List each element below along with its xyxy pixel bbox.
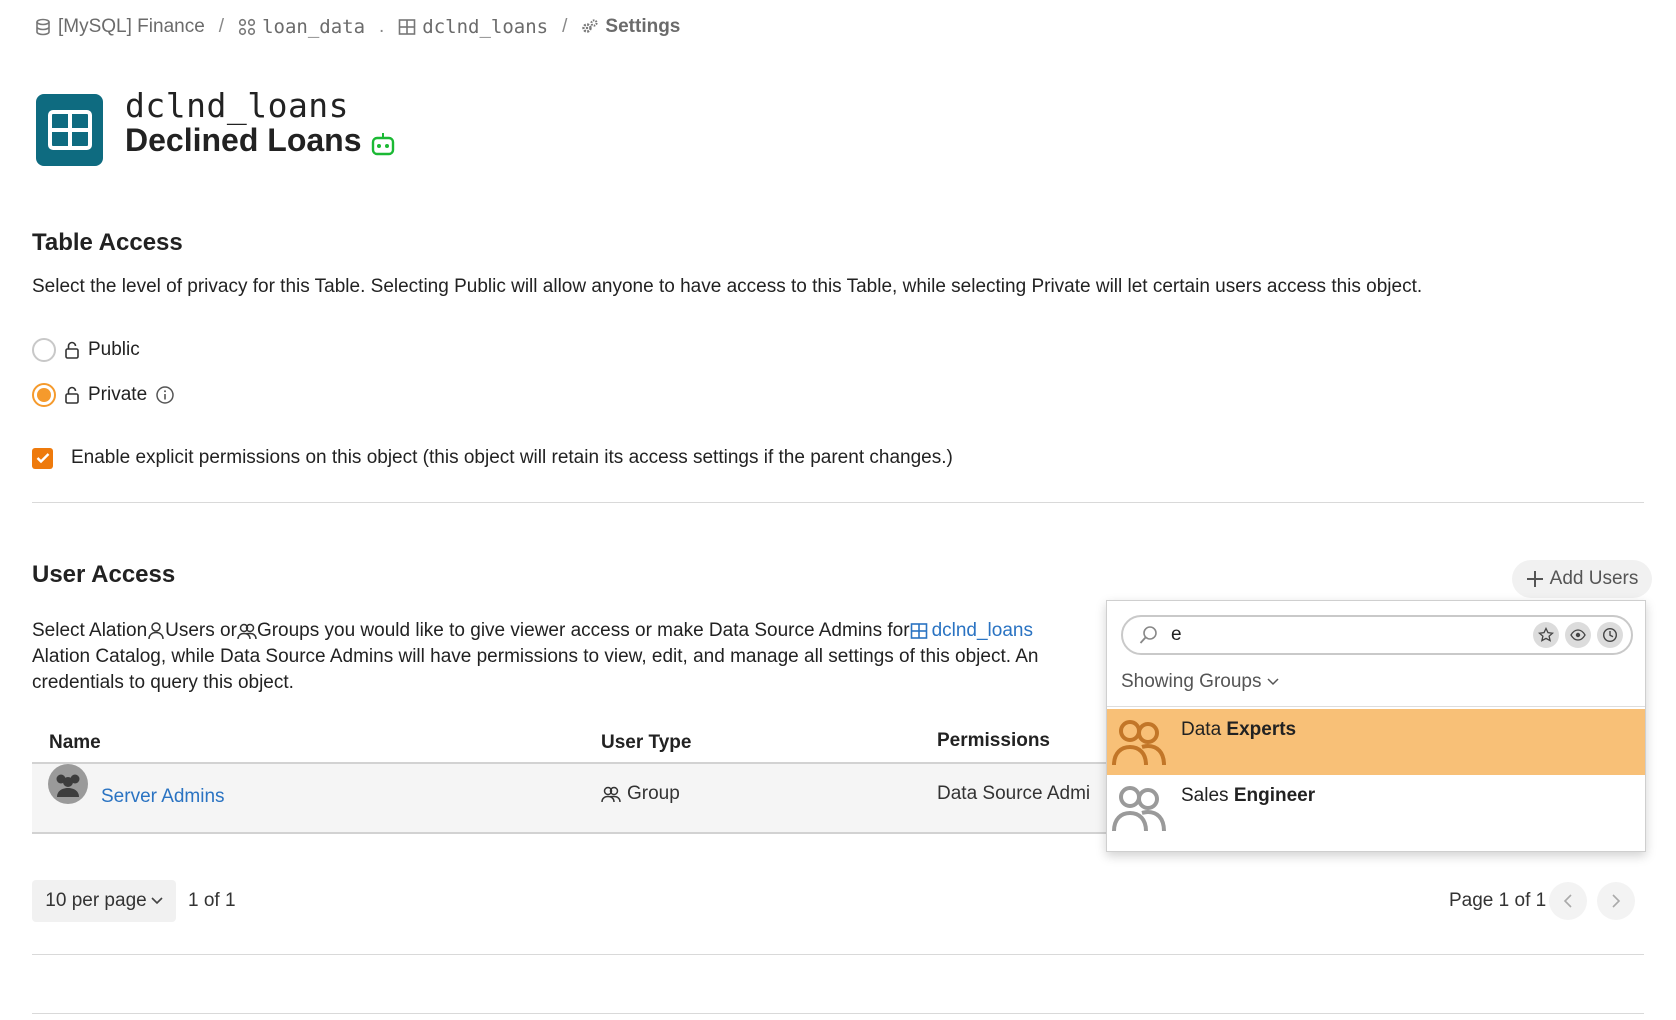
lock-icon — [65, 341, 79, 359]
search-icon — [1139, 626, 1157, 644]
explicit-permissions-checkbox[interactable] — [32, 447, 53, 469]
column-header-user-type[interactable]: User Type — [601, 732, 691, 754]
per-page-select[interactable]: 10 per page — [32, 880, 176, 922]
recent-filter-button[interactable] — [1597, 622, 1623, 648]
user-search-input[interactable] — [1169, 623, 1527, 647]
breadcrumb-separator: / — [218, 16, 225, 37]
group-option-icon — [1107, 775, 1173, 841]
chevron-down-icon — [1267, 678, 1279, 686]
desc-line-2: Alation Catalog, while Data Source Admin… — [32, 646, 1039, 667]
group-option-icon — [1107, 709, 1173, 775]
section-divider — [32, 954, 1644, 955]
breadcrumb-datasource-label: [MySQL] Finance — [58, 16, 205, 37]
explicit-permissions-label: Enable explicit permissions on this obje… — [71, 447, 953, 468]
record-count: 1 of 1 — [188, 890, 236, 911]
add-users-button[interactable]: Add Users — [1512, 560, 1652, 598]
next-page-button[interactable] — [1597, 882, 1635, 920]
group-option-label: Sales Engineer — [1181, 785, 1316, 806]
group-icon — [237, 623, 257, 640]
column-header-permissions[interactable]: Permissions — [937, 730, 1050, 752]
user-access-description: Select Alation Users or Groups you would… — [32, 618, 1112, 696]
row-name-link[interactable]: Server Admins — [101, 786, 225, 808]
desc-line-3: credentials to query this object. — [32, 672, 294, 693]
radio-public-label: Public — [88, 339, 140, 360]
group-option-sales-engineer[interactable]: Sales Engineer — [1107, 775, 1645, 843]
page-indicator: Page 1 of 1 — [1449, 890, 1547, 911]
table-icon — [910, 623, 927, 639]
breadcrumb-schema[interactable]: loan_data — [238, 16, 365, 38]
radio-public[interactable]: Public — [32, 338, 140, 362]
table-grid-icon — [47, 110, 92, 150]
breadcrumb-settings-label: Settings — [605, 16, 681, 37]
schema-icon — [238, 18, 256, 36]
breadcrumb-table-label: dclnd_loans — [422, 16, 549, 38]
chevron-right-icon — [1612, 894, 1621, 908]
breadcrumb-table[interactable]: dclnd_loans — [398, 16, 548, 38]
user-icon — [148, 622, 164, 640]
breadcrumb: [MySQL] Finance / loan_data . dclnd_loan… — [34, 14, 680, 40]
row-user-type: Group — [601, 783, 680, 805]
bot-icon — [371, 132, 394, 155]
page-title: Declined Loans — [125, 122, 362, 158]
watch-filter-button[interactable] — [1565, 622, 1591, 648]
chevron-down-icon — [151, 897, 163, 905]
table-icon — [398, 19, 416, 35]
lock-icon — [65, 386, 79, 404]
object-link[interactable]: dclnd_loans — [932, 618, 1033, 644]
radio-private-button[interactable] — [32, 383, 56, 407]
object-technical-name: dclnd_loans — [125, 86, 350, 125]
user-access-heading: User Access — [32, 561, 176, 588]
title-row: Declined Loans — [125, 122, 396, 159]
table-access-heading: Table Access — [32, 229, 183, 256]
showing-groups-toggle[interactable]: Showing Groups — [1121, 671, 1279, 693]
add-users-label: Add Users — [1549, 568, 1639, 589]
user-search-box — [1121, 615, 1633, 655]
radio-public-button[interactable] — [32, 338, 56, 362]
group-option-label: Data Experts — [1181, 719, 1297, 740]
eye-icon — [1570, 629, 1586, 641]
database-icon — [36, 18, 50, 36]
breadcrumb-settings: Settings — [581, 16, 680, 38]
group-option-data-experts[interactable]: Data Experts — [1107, 709, 1645, 777]
group-avatar — [48, 764, 88, 804]
section-divider — [32, 502, 1644, 503]
desc-text-1: Select Alation — [32, 620, 148, 641]
group-icon — [601, 786, 621, 803]
per-page-label: 10 per page — [45, 890, 147, 911]
prev-page-button[interactable] — [1549, 882, 1587, 920]
info-icon[interactable] — [155, 385, 175, 405]
row-user-type-label: Group — [627, 783, 680, 804]
table-object-icon — [36, 94, 103, 166]
row-permissions[interactable]: Data Source Admi — [937, 783, 1090, 805]
desc-text-users: Users or — [165, 620, 237, 641]
add-users-dropdown: Showing Groups Data Experts Sales Engine… — [1106, 600, 1646, 852]
breadcrumb-datasource[interactable]: [MySQL] Finance — [34, 16, 205, 38]
gears-icon — [582, 19, 599, 33]
plus-icon — [1526, 571, 1543, 587]
clock-icon — [1602, 627, 1618, 643]
explicit-permissions-row: Enable explicit permissions on this obje… — [32, 447, 953, 469]
breadcrumb-separator: / — [562, 16, 568, 37]
showing-groups-label: Showing Groups — [1121, 671, 1262, 692]
breadcrumb-dot: . — [379, 16, 385, 37]
star-icon — [1538, 627, 1554, 642]
chevron-left-icon — [1563, 894, 1572, 908]
check-icon — [36, 453, 49, 464]
radio-private[interactable]: Private — [32, 383, 175, 407]
breadcrumb-schema-label: loan_data — [262, 16, 366, 38]
table-access-description: Select the level of privacy for this Tab… — [32, 276, 1423, 297]
star-filter-button[interactable] — [1533, 622, 1559, 648]
group-avatar-icon — [56, 774, 80, 797]
dropdown-divider — [1107, 706, 1645, 707]
radio-private-label: Private — [88, 384, 148, 405]
column-header-name[interactable]: Name — [49, 732, 101, 754]
section-divider — [32, 1013, 1644, 1014]
desc-text-groups: Groups you would like to give viewer acc… — [256, 620, 910, 641]
